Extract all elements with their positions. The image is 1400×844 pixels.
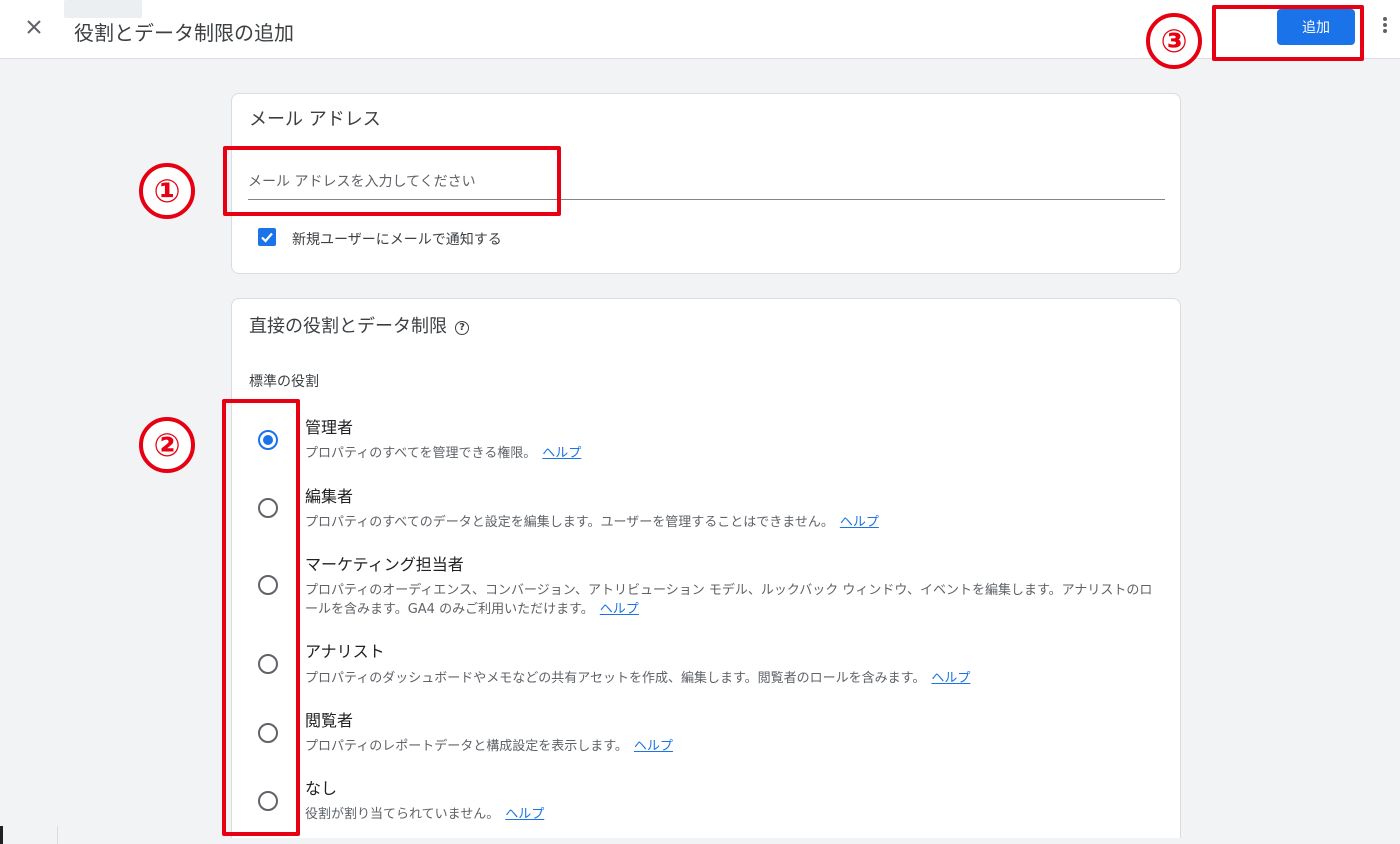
page-title: 役割とデータ制限の追加 [74, 21, 294, 45]
annotation-box-1 [223, 146, 561, 216]
role-description: プロパティのすべてを管理できる権限。 ヘルプ [305, 446, 582, 461]
annotation-box-2 [222, 399, 300, 836]
role-name: 編集者 [305, 487, 354, 506]
role-description: プロパティのすべてのデータと設定を編集します。ユーザーを管理することはできません… [305, 515, 879, 530]
annotation-box-3 [1212, 5, 1364, 61]
check-icon [261, 232, 273, 243]
notify-checkbox[interactable] [258, 228, 276, 246]
help-link[interactable]: ヘルプ [542, 446, 581, 461]
annotation-marker-2: ② [139, 417, 195, 473]
role-name: マーケティング担当者 [305, 555, 464, 574]
roles-card: 直接の役割とデータ制限? 標準の役割 管理者 プロパティのすべてを管理できる権限… [231, 298, 1181, 838]
roles-card-title: 直接の役割とデータ制限? [249, 315, 469, 339]
standard-roles-label: 標準の役割 [249, 374, 319, 390]
role-name: 管理者 [305, 418, 354, 437]
annotation-marker-3: ③ [1146, 13, 1202, 69]
more-vert-icon[interactable] [1376, 15, 1394, 41]
role-name: アナリスト [305, 642, 385, 661]
divider [57, 826, 58, 844]
email-card-title: メール アドレス [249, 109, 381, 130]
window-edge [0, 826, 3, 844]
help-link[interactable]: ヘルプ [931, 671, 970, 686]
help-link[interactable]: ヘルプ [634, 739, 673, 754]
help-link[interactable]: ヘルプ [600, 602, 639, 617]
role-description: プロパティのダッシュボードやメモなどの共有アセットを作成、編集します。閲覧者のロ… [305, 671, 971, 686]
annotation-marker-1: ① [139, 163, 195, 219]
help-circle-icon[interactable]: ? [455, 321, 469, 335]
notify-label: 新規ユーザーにメールで通知する [292, 232, 502, 248]
blurred-account-label [64, 0, 142, 18]
close-icon[interactable] [21, 14, 47, 40]
role-description: プロパティのレポートデータと構成設定を表示します。 ヘルプ [305, 739, 673, 754]
role-description: 役割が割り当てられていません。 ヘルプ [305, 807, 545, 822]
help-link[interactable]: ヘルプ [840, 515, 879, 530]
role-description: プロパティのオーディエンス、コンバージョン、アトリビューション モデル、ルックバ… [305, 583, 1153, 617]
role-name: 閲覧者 [305, 711, 354, 730]
role-name: なし [305, 779, 338, 798]
help-link[interactable]: ヘルプ [505, 807, 544, 822]
